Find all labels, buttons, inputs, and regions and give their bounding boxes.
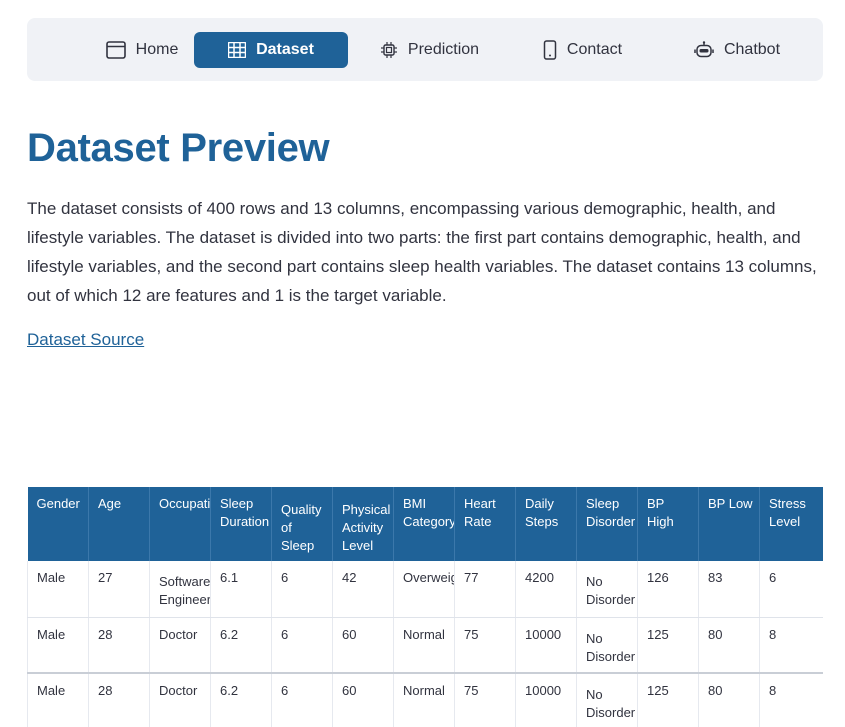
table-cell: 6.2 <box>210 617 272 674</box>
column-header[interactable]: Gender <box>27 487 89 561</box>
table-cell: 10000 <box>515 673 577 727</box>
table-cell: 28 <box>88 673 150 727</box>
table-cell: Doctor <box>149 617 211 674</box>
column-header[interactable]: Sleep Duration <box>210 487 272 561</box>
column-header[interactable]: Stress Level <box>759 487 823 561</box>
table-cell: 6 <box>271 561 333 618</box>
dataset-table: Gender Age Occupation Sleep Duration Qua… <box>27 487 823 727</box>
table-cell: 6.2 <box>210 673 272 727</box>
table-cell: 10000 <box>515 617 577 674</box>
table-cell: 60 <box>332 673 394 727</box>
table-cell: 126 <box>637 561 699 618</box>
nav-item-dataset[interactable]: Dataset <box>194 32 348 68</box>
column-header[interactable]: Age <box>88 487 150 561</box>
nav-item-contact[interactable]: Contact <box>530 32 635 68</box>
table-cell: 77 <box>454 561 516 618</box>
table-cell: 6 <box>759 561 823 618</box>
table-cell: 8 <box>759 673 823 727</box>
table-cell: 125 <box>637 617 699 674</box>
dataset-source-link[interactable]: Dataset Source <box>27 330 144 350</box>
table-cell: 42 <box>332 561 394 618</box>
table-cell: 6 <box>271 673 333 727</box>
table-cell: 75 <box>454 673 516 727</box>
table-cell: 4200 <box>515 561 577 618</box>
nav-label-home: Home <box>135 41 179 58</box>
cpu-icon <box>380 42 397 58</box>
table-cell: 75 <box>454 617 516 674</box>
table-cell: No Disorder <box>576 617 638 674</box>
table-icon <box>228 42 247 58</box>
robot-icon <box>694 41 714 58</box>
window-icon <box>105 41 126 59</box>
table-cell: Male <box>27 673 89 727</box>
dataset-table-container[interactable]: Gender Age Occupation Sleep Duration Qua… <box>27 487 823 727</box>
table-cell: Doctor <box>149 673 211 727</box>
table-cell: Overweight <box>393 561 455 618</box>
table-cell: No Disorder <box>576 561 638 618</box>
table-cell: Normal <box>393 617 455 674</box>
column-header[interactable]: Physical Activity Level <box>332 487 394 561</box>
column-header[interactable]: BMI Category <box>393 487 455 561</box>
table-cell: 8 <box>759 617 823 674</box>
column-header[interactable]: Daily Steps <box>515 487 577 561</box>
page-title: Dataset Preview <box>27 126 330 170</box>
nav-item-prediction[interactable]: Prediction <box>367 32 492 68</box>
table-row: Male 27 Software Engineer 6.1 6 42 Overw… <box>27 561 823 618</box>
dataset-description: The dataset consists of 400 rows and 13 … <box>27 199 817 305</box>
table-cell: 80 <box>698 617 760 674</box>
table-header-row: Gender Age Occupation Sleep Duration Qua… <box>27 487 823 561</box>
column-header[interactable]: BP Low <box>698 487 760 561</box>
column-header[interactable]: Heart Rate <box>454 487 516 561</box>
nav-item-chatbot[interactable]: Chatbot <box>682 32 792 68</box>
nav-label-prediction: Prediction <box>407 41 480 58</box>
table-cell: 27 <box>88 561 150 618</box>
nav-label-contact: Contact <box>566 41 623 58</box>
table-cell: 60 <box>332 617 394 674</box>
top-navigation: Home Dataset Prediction Contact Chatbot <box>27 18 823 81</box>
column-header[interactable]: Sleep Disorder <box>576 487 638 561</box>
table-row: Male 28 Doctor 6.2 6 60 Normal 75 10000 … <box>27 617 823 674</box>
table-cell: Software Engineer <box>149 561 211 618</box>
column-header[interactable]: Occupation <box>149 487 211 561</box>
column-header[interactable]: BP High <box>637 487 699 561</box>
table-cell: Male <box>27 617 89 674</box>
table-cell: Male <box>27 561 89 618</box>
table-cell: 6 <box>271 617 333 674</box>
nav-label-chatbot: Chatbot <box>723 41 781 58</box>
table-cell: No Disorder <box>576 673 638 727</box>
column-header[interactable]: Quality of Sleep <box>271 487 333 561</box>
table-cell: 83 <box>698 561 760 618</box>
table-cell: Normal <box>393 673 455 727</box>
nav-label-dataset: Dataset <box>256 41 314 58</box>
phone-icon <box>543 40 557 60</box>
table-cell: 80 <box>698 673 760 727</box>
table-row: Male 28 Doctor 6.2 6 60 Normal 75 10000 … <box>27 673 823 727</box>
table-cell: 28 <box>88 617 150 674</box>
table-cell: 6.1 <box>210 561 272 618</box>
table-cell: 125 <box>637 673 699 727</box>
